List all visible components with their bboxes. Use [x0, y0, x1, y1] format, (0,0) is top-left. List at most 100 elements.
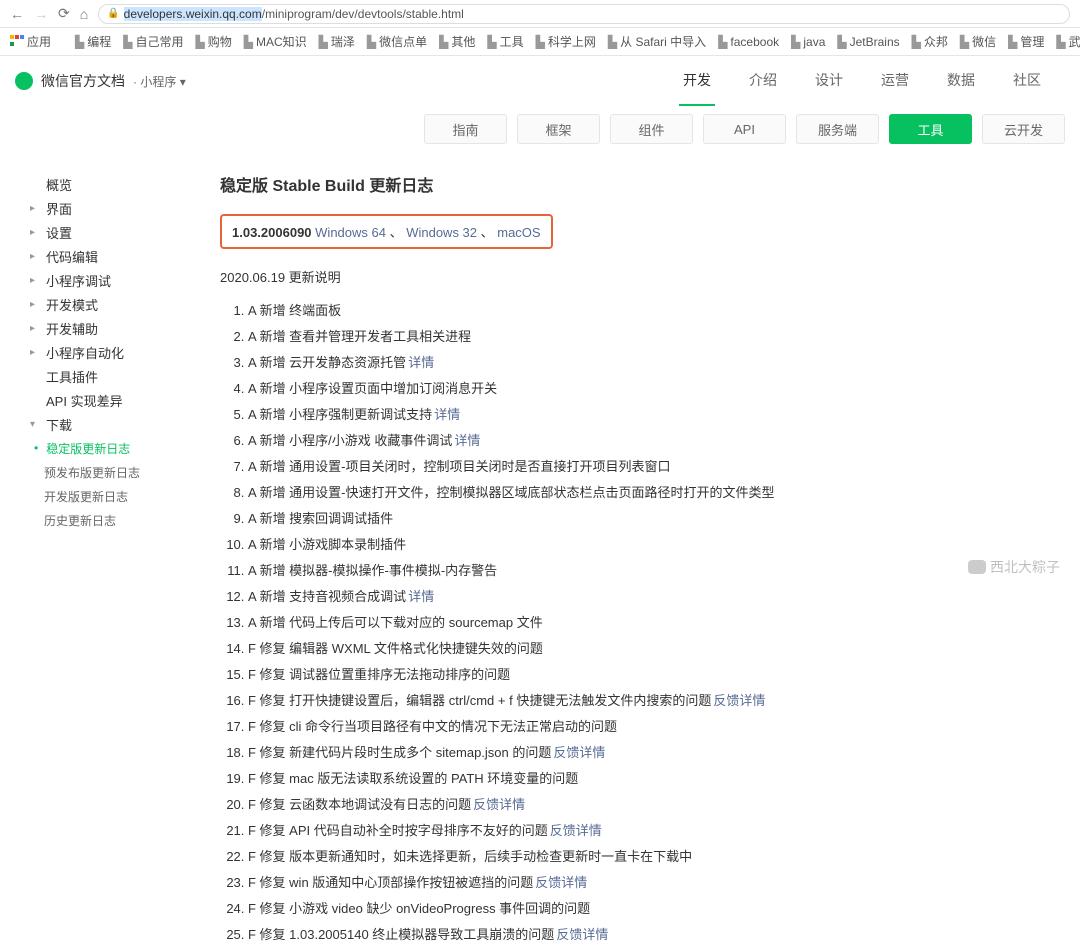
- sidebar-item[interactable]: ▸设置: [30, 220, 200, 244]
- bookmark-item[interactable]: ▙MAC知识: [244, 33, 307, 50]
- folder-icon: ▙: [367, 35, 376, 49]
- sidebar-item[interactable]: ▸界面: [30, 196, 200, 220]
- detail-link[interactable]: 详情: [408, 355, 434, 370]
- subnav-指南[interactable]: 指南: [424, 114, 507, 144]
- sidebar-item[interactable]: ▾下载: [30, 412, 200, 436]
- header-nav-介绍[interactable]: 介绍: [745, 56, 781, 106]
- folder-icon: ▙: [837, 35, 846, 49]
- changelog-item: F 修复 云函数本地调试没有日志的问题反馈详情: [248, 792, 1060, 818]
- subnav-API[interactable]: API: [703, 114, 786, 144]
- sidebar-item[interactable]: 工具插件: [30, 364, 200, 388]
- bookmarks-bar: 应用 ▙编程 ▙自己常用 ▙购物 ▙MAC知识 ▙瑞泽 ▙微信点单 ▙其他 ▙工具 ▙科学上网 ▙…: [0, 28, 1080, 56]
- subnav-服务端[interactable]: 服务端: [796, 114, 879, 144]
- changelog-item: A 新增 通用设置-项目关闭时，控制项目关闭时是否直接打开项目列表窗口: [248, 454, 1060, 480]
- bookmark-item[interactable]: ▙java: [791, 35, 825, 49]
- folder-icon: ▙: [1008, 35, 1017, 49]
- apps-button[interactable]: 应用: [10, 33, 51, 50]
- header-subtitle[interactable]: · 小程序 ▾: [133, 73, 186, 90]
- changelog-item: A 新增 小程序/小游戏 收藏事件调试详情: [248, 428, 1060, 454]
- bookmark-item[interactable]: ▙瑞泽: [319, 33, 355, 50]
- reload-button[interactable]: ⟳: [58, 5, 70, 22]
- detail-link[interactable]: 反馈详情: [713, 693, 765, 708]
- bookmark-item[interactable]: ▙管理: [1008, 33, 1044, 50]
- changelog-item: F 修复 新建代码片段时生成多个 sitemap.json 的问题反馈详情: [248, 740, 1060, 766]
- changelog-item: A 新增 小程序设置页面中增加订阅消息开关: [248, 376, 1060, 402]
- changelog-item: F 修复 打开快捷键设置后，编辑器 ctrl/cmd + f 快捷键无法触发文件…: [248, 688, 1060, 714]
- changelog-item: A 新增 模拟器-模拟操作-事件模拟-内存警告: [248, 558, 1060, 584]
- download-link[interactable]: Windows 64: [315, 225, 386, 240]
- download-link[interactable]: macOS: [494, 225, 541, 240]
- bookmark-item[interactable]: ▙自己常用: [123, 33, 183, 50]
- folder-icon: ▙: [608, 35, 617, 49]
- folder-icon: ▙: [912, 35, 921, 49]
- bookmark-item[interactable]: ▙武金龙机器: [1056, 33, 1080, 50]
- bookmark-item[interactable]: ▙购物: [196, 33, 232, 50]
- changelog-item: A 新增 小游戏脚本录制插件: [248, 532, 1060, 558]
- page-title: 稳定版 Stable Build 更新日志: [220, 172, 1060, 196]
- detail-link[interactable]: 反馈详情: [556, 927, 608, 942]
- sidebar-item[interactable]: ▸开发辅助: [30, 316, 200, 340]
- subnav-云开发[interactable]: 云开发: [982, 114, 1065, 144]
- subnav-工具[interactable]: 工具: [889, 114, 972, 144]
- version-number: 1.03.2006090: [232, 225, 312, 240]
- forward-button[interactable]: →: [34, 6, 48, 22]
- sidebar-subitem[interactable]: 开发版更新日志: [30, 484, 200, 508]
- sidebar-item[interactable]: 概览: [30, 172, 200, 196]
- wechat-icon: [968, 560, 986, 574]
- bookmark-item[interactable]: ▙微信: [960, 33, 996, 50]
- watermark: 西北大粽子: [968, 557, 1060, 577]
- bookmark-item[interactable]: ▙工具: [487, 33, 523, 50]
- changelog-item: F 修复 cli 命令行当项目路径有中文的情况下无法正常启动的问题: [248, 714, 1060, 740]
- sidebar-item[interactable]: ▸小程序调试: [30, 268, 200, 292]
- version-download-box: 1.03.2006090 Windows 64 、 Windows 32 、 m…: [220, 214, 553, 249]
- bookmark-item[interactable]: ▙科学上网: [536, 33, 596, 50]
- bookmark-item[interactable]: ▙众邦: [912, 33, 948, 50]
- sidebar-subitem[interactable]: 稳定版更新日志: [30, 436, 200, 460]
- subnav-框架[interactable]: 框架: [517, 114, 600, 144]
- changelog-item: F 修复 mac 版无法读取系统设置的 PATH 环境变量的问题: [248, 766, 1060, 792]
- subnav-组件[interactable]: 组件: [610, 114, 693, 144]
- update-heading: 2020.06.19 更新说明: [220, 267, 1060, 286]
- detail-link[interactable]: 反馈详情: [550, 823, 602, 838]
- header-nav-设计[interactable]: 设计: [811, 56, 847, 106]
- header-nav-开发[interactable]: 开发: [679, 56, 715, 106]
- back-button[interactable]: ←: [10, 6, 24, 22]
- chevron-icon: ▾: [30, 419, 40, 430]
- header-nav-数据[interactable]: 数据: [943, 56, 979, 106]
- bookmark-item[interactable]: ▙其他: [439, 33, 475, 50]
- wechat-logo-icon: [15, 72, 33, 90]
- bookmark-item[interactable]: ▙编程: [75, 33, 111, 50]
- chevron-icon: ▸: [30, 323, 40, 334]
- sidebar-item[interactable]: ▸开发模式: [30, 292, 200, 316]
- detail-link[interactable]: 反馈详情: [473, 797, 525, 812]
- chevron-icon: ▸: [30, 251, 40, 262]
- folder-icon: ▙: [960, 35, 969, 49]
- header-nav-社区[interactable]: 社区: [1009, 56, 1045, 106]
- bookmark-item[interactable]: ▙JetBrains: [837, 35, 899, 49]
- bookmark-item[interactable]: ▙facebook: [718, 35, 779, 49]
- detail-link[interactable]: 反馈详情: [535, 875, 587, 890]
- bookmark-item[interactable]: ▙微信点单: [367, 33, 427, 50]
- detail-link[interactable]: 反馈详情: [553, 745, 605, 760]
- detail-link[interactable]: 详情: [434, 407, 460, 422]
- sidebar-subitem[interactable]: 历史更新日志: [30, 508, 200, 532]
- folder-icon: ▙: [319, 35, 328, 49]
- bookmark-item[interactable]: ▙从 Safari 中导入: [608, 33, 706, 50]
- url-bar[interactable]: 🔒 developers.weixin.qq.com/miniprogram/d…: [98, 4, 1070, 24]
- header-nav-运营[interactable]: 运营: [877, 56, 913, 106]
- folder-icon: ▙: [439, 35, 448, 49]
- sidebar-item[interactable]: API 实现差异: [30, 388, 200, 412]
- header-title: 微信官方文档: [41, 71, 125, 91]
- folder-icon: ▙: [1056, 35, 1065, 49]
- detail-link[interactable]: 详情: [454, 433, 480, 448]
- chevron-icon: ▸: [30, 227, 40, 238]
- sidebar-subitem[interactable]: 预发布版更新日志: [30, 460, 200, 484]
- home-button[interactable]: ⌂: [80, 6, 88, 22]
- download-link[interactable]: Windows 32: [403, 225, 477, 240]
- lock-icon: 🔒: [107, 8, 119, 19]
- changelog-item: A 新增 云开发静态资源托管详情: [248, 350, 1060, 376]
- chevron-icon: ▸: [30, 347, 40, 358]
- changelog-item: F 修复 编辑器 WXML 文件格式化快捷键失效的问题: [248, 636, 1060, 662]
- sidebar-item[interactable]: ▸小程序自动化: [30, 340, 200, 364]
- sidebar-item[interactable]: ▸代码编辑: [30, 244, 200, 268]
